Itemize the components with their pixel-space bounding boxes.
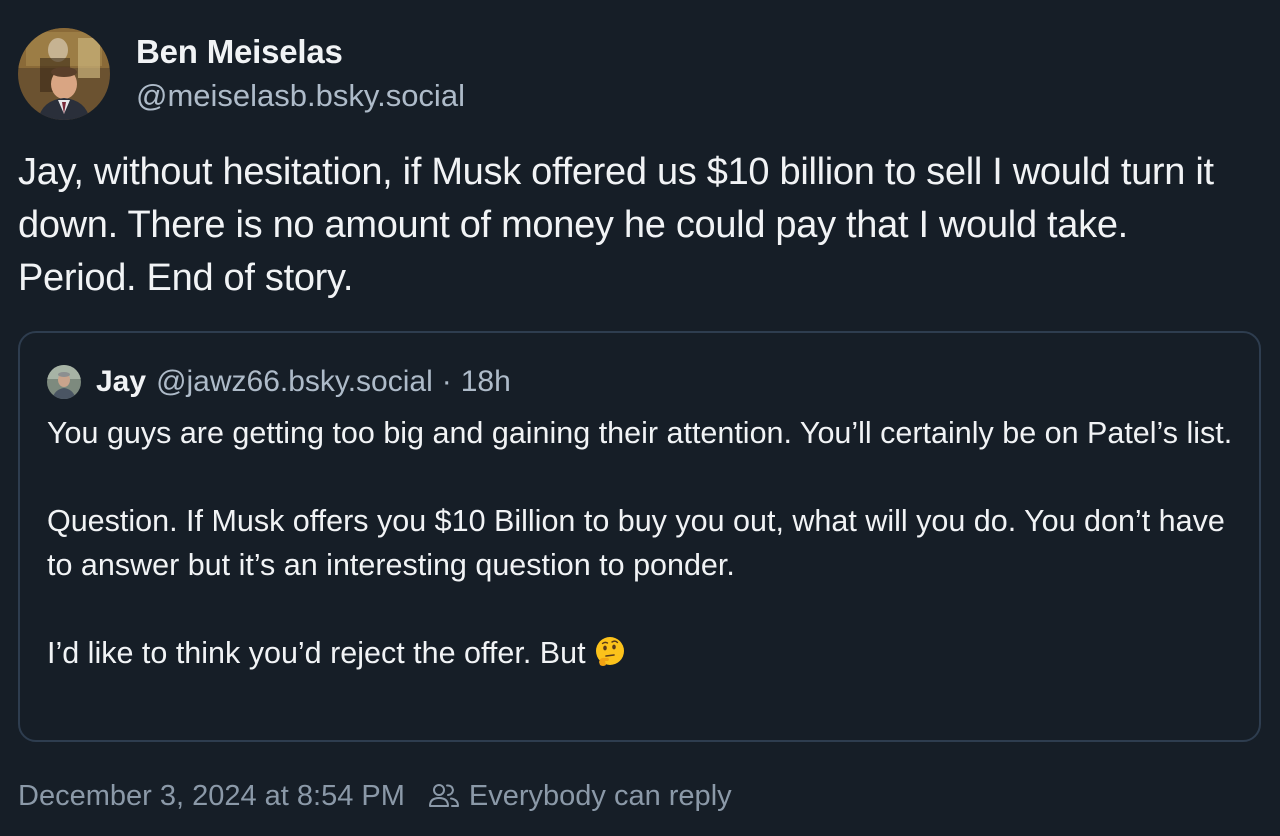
author-display-name[interactable]: Ben Meiselas [136,30,465,74]
quoted-paragraph: Question. If Musk offers you $10 Billion… [47,504,1225,582]
post-footer: December 3, 2024 at 8:54 PM Everybody ca… [18,774,732,818]
author-avatar[interactable] [18,28,110,120]
quoted-author-handle[interactable]: @jawz66.bsky.social [156,365,433,399]
people-icon [428,784,459,807]
post-text: Jay, without hesitation, if Musk offered… [18,151,1214,299]
reply-setting-label: Everybody can reply [468,779,732,812]
quoted-author-avatar[interactable] [47,365,81,399]
post: Ben Meiselas @meiselasb.bsky.social Jay,… [0,0,1280,836]
quoted-author-name[interactable]: Jay [96,365,146,399]
avatar-photo-icon [18,28,110,120]
quoted-post-card[interactable]: Jay @jawz66.bsky.social · 18h You guys a… [18,331,1261,742]
reply-setting[interactable]: Everybody can reply [427,779,732,813]
author-names: Ben Meiselas @meiselasb.bsky.social [136,30,465,118]
author-handle[interactable]: @meiselasb.bsky.social [136,74,465,118]
quoted-paragraph: You guys are getting too big and gaining… [47,416,1233,450]
quoted-header-separator: · [441,365,452,398]
avatar-photo-icon [47,365,81,399]
post-author[interactable]: Ben Meiselas @meiselasb.bsky.social [18,27,465,121]
quoted-paragraph-last: I’d like to think you’d reject the offer… [47,631,1237,675]
quoted-post-body: You guys are getting too big and gaining… [47,411,1237,675]
post-timestamp[interactable]: December 3, 2024 at 8:54 PM [18,780,405,813]
quoted-post-time[interactable]: 18h [461,365,511,399]
quoted-paragraph-text: I’d like to think you’d reject the offer… [47,636,586,670]
thinking-face-emoji-icon [596,637,625,666]
quoted-post-header: Jay @jawz66.bsky.social · 18h [47,361,511,403]
